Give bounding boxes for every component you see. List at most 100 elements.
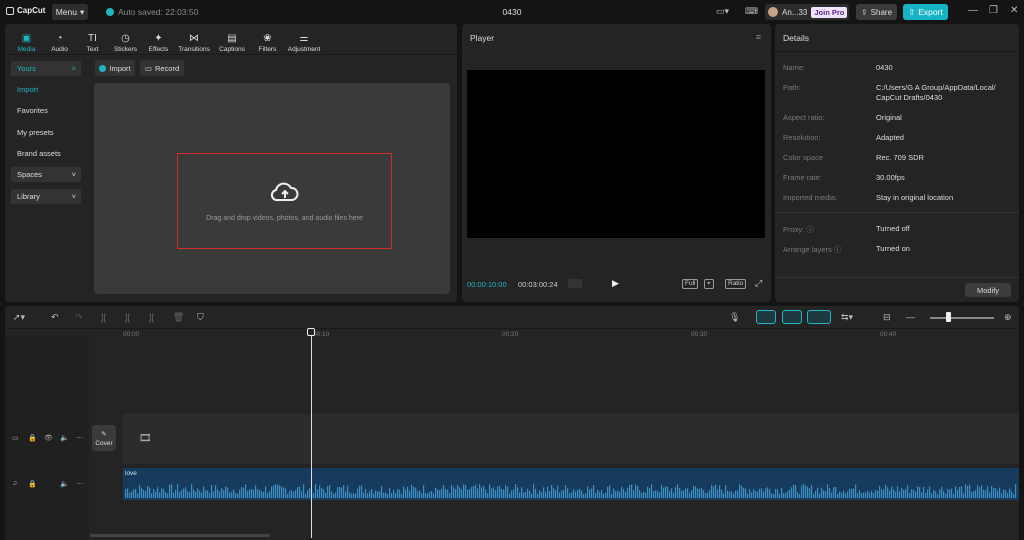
dropzone-highlight[interactable]: Drag and drop videos, photos, and audio …: [177, 153, 392, 249]
redo-icon[interactable]: ↷: [75, 312, 83, 323]
tab-stickers[interactable]: ◷ Stickers: [109, 27, 142, 54]
preview-axis-icon[interactable]: ⇆▾: [841, 312, 853, 323]
waveform-bar: [913, 489, 915, 498]
lock-icon[interactable]: 🔒: [28, 480, 37, 488]
audio-clip[interactable]: love: [123, 468, 1019, 500]
join-pro-badge[interactable]: Join Pro: [811, 6, 848, 18]
share-button[interactable]: ⇪ Share: [856, 4, 897, 20]
tab-effects[interactable]: ✦ Effects: [142, 27, 175, 54]
layout-icon[interactable]: ▭▾: [716, 6, 729, 17]
playhead[interactable]: [311, 328, 312, 538]
speaker-icon[interactable]: 🔈: [60, 480, 69, 488]
more-icon[interactable]: ⋯: [76, 480, 83, 488]
speaker-icon[interactable]: 🔈: [60, 434, 69, 442]
split-left-icon[interactable]: ][: [125, 312, 130, 322]
info-icon[interactable]: ⓘ: [834, 245, 842, 254]
waveform-bar: [825, 491, 827, 498]
horizontal-scrollbar[interactable]: [90, 534, 270, 537]
restore-icon[interactable]: ❐: [989, 5, 998, 16]
thumbnail-icon[interactable]: ⊟: [883, 312, 891, 323]
sidebar-item-brand-assets[interactable]: Brand assets: [11, 146, 81, 161]
waveform-bar: [497, 486, 499, 498]
full-button[interactable]: Full: [682, 279, 699, 289]
zoom-slider-handle[interactable]: [946, 312, 951, 322]
timecode-grid-icon[interactable]: [568, 279, 582, 288]
keyboard-icon[interactable]: ⌨: [745, 6, 758, 17]
waveform-bar: [977, 484, 979, 498]
tab-filters[interactable]: ❀ Filters: [251, 27, 284, 54]
shield-icon[interactable]: ⛉: [197, 312, 204, 323]
fullscreen-icon[interactable]: ⤢: [753, 279, 764, 288]
playhead-handle[interactable]: [307, 328, 315, 336]
select-tool-icon[interactable]: ➚▾: [13, 312, 25, 323]
zoom-slider-track[interactable]: [930, 317, 994, 319]
modify-button[interactable]: Modify: [965, 283, 1011, 297]
waveform-bar: [469, 489, 471, 498]
user-account[interactable]: An...33 Join Pro: [765, 4, 849, 20]
tab-audio[interactable]: ◔ Audio: [43, 27, 76, 54]
sidebar-item-library[interactable]: Library ˅: [11, 189, 81, 204]
waveform-bar: [165, 492, 167, 498]
minimize-icon[interactable]: —: [968, 5, 978, 16]
waveform-bar: [829, 488, 831, 498]
waveform-bar: [403, 486, 405, 498]
undo-icon[interactable]: ↶: [51, 312, 59, 323]
tab-media[interactable]: ▣ Media: [10, 27, 43, 54]
ratio-button[interactable]: Ratio: [725, 279, 747, 289]
lock-icon[interactable]: 🔒: [28, 434, 37, 442]
video-track[interactable]: 🎞: [123, 414, 1019, 464]
crop-icon[interactable]: ⌖: [704, 279, 714, 289]
waveform-bar: [849, 489, 851, 498]
waveform-bar: [637, 485, 639, 498]
waveform-bar: [507, 486, 509, 498]
sidebar-item-my-presets[interactable]: My presets: [11, 125, 81, 140]
main-track-magnet-icon[interactable]: [756, 310, 776, 324]
import-dropzone[interactable]: Drag and drop videos, photos, and audio …: [94, 83, 450, 294]
tab-text[interactable]: TI Text: [76, 27, 109, 54]
waveform-bar: [629, 485, 631, 498]
play-icon[interactable]: ▶: [612, 278, 619, 289]
linkage-icon[interactable]: [807, 310, 831, 324]
video-preview[interactable]: [467, 70, 765, 238]
tab-captions[interactable]: ▤ Captions: [213, 27, 251, 54]
eye-icon[interactable]: 👁: [44, 434, 53, 442]
media-tabs: ▣ Media ◔ Audio TI Text ◷ Stickers ✦ Effects …: [10, 27, 324, 54]
hamburger-menu-icon[interactable]: ≡: [756, 32, 761, 42]
tab-adjustment[interactable]: ⚌ Adjustment: [284, 27, 324, 54]
waveform-bar: [295, 490, 297, 498]
waveform-bar: [651, 484, 653, 498]
cover-button[interactable]: ✎ Cover: [92, 425, 116, 451]
close-icon[interactable]: ✕: [1010, 5, 1018, 16]
record-button[interactable]: ▭ Record: [140, 60, 184, 76]
waveform-bar: [473, 486, 475, 498]
waveform-bar: [481, 487, 483, 498]
sidebar-item-import[interactable]: Import: [11, 82, 81, 97]
autosave-text: Auto saved: 22:03:50: [118, 7, 199, 17]
sidebar-item-yours[interactable]: Yours ˄: [11, 61, 81, 76]
split-right-icon[interactable]: ][: [149, 312, 154, 322]
delete-icon[interactable]: 🗑: [173, 312, 184, 323]
menu-button[interactable]: Menu ▾: [52, 4, 88, 20]
more-icon[interactable]: ⋯: [76, 434, 83, 442]
sidebar-item-favorites[interactable]: Favorites: [11, 103, 81, 118]
waveform-bar: [389, 487, 391, 498]
waveform-bar: [439, 490, 441, 498]
waveform-bar: [523, 492, 525, 498]
import-button[interactable]: Import: [95, 60, 135, 76]
detail-value: Original: [876, 113, 902, 122]
tab-transitions[interactable]: ⋈ Transitions: [175, 27, 213, 54]
waveform-bar: [845, 493, 847, 498]
waveform-bar: [883, 488, 885, 498]
waveform-bar: [683, 490, 685, 498]
microphone-icon[interactable]: 🎙: [729, 312, 740, 323]
export-button[interactable]: ⇧ Export: [903, 4, 948, 20]
sidebar-item-spaces[interactable]: Spaces ˅: [11, 167, 81, 182]
waveform-bar: [605, 492, 607, 498]
zoom-in-icon[interactable]: ⊕: [1004, 312, 1012, 323]
waveform-bar: [853, 488, 855, 498]
info-icon[interactable]: ⓘ: [806, 225, 814, 234]
split-icon[interactable]: ][: [101, 312, 106, 322]
zoom-out-icon[interactable]: —: [906, 312, 915, 322]
auto-snap-icon[interactable]: [782, 310, 802, 324]
waveform-bar: [187, 491, 189, 498]
